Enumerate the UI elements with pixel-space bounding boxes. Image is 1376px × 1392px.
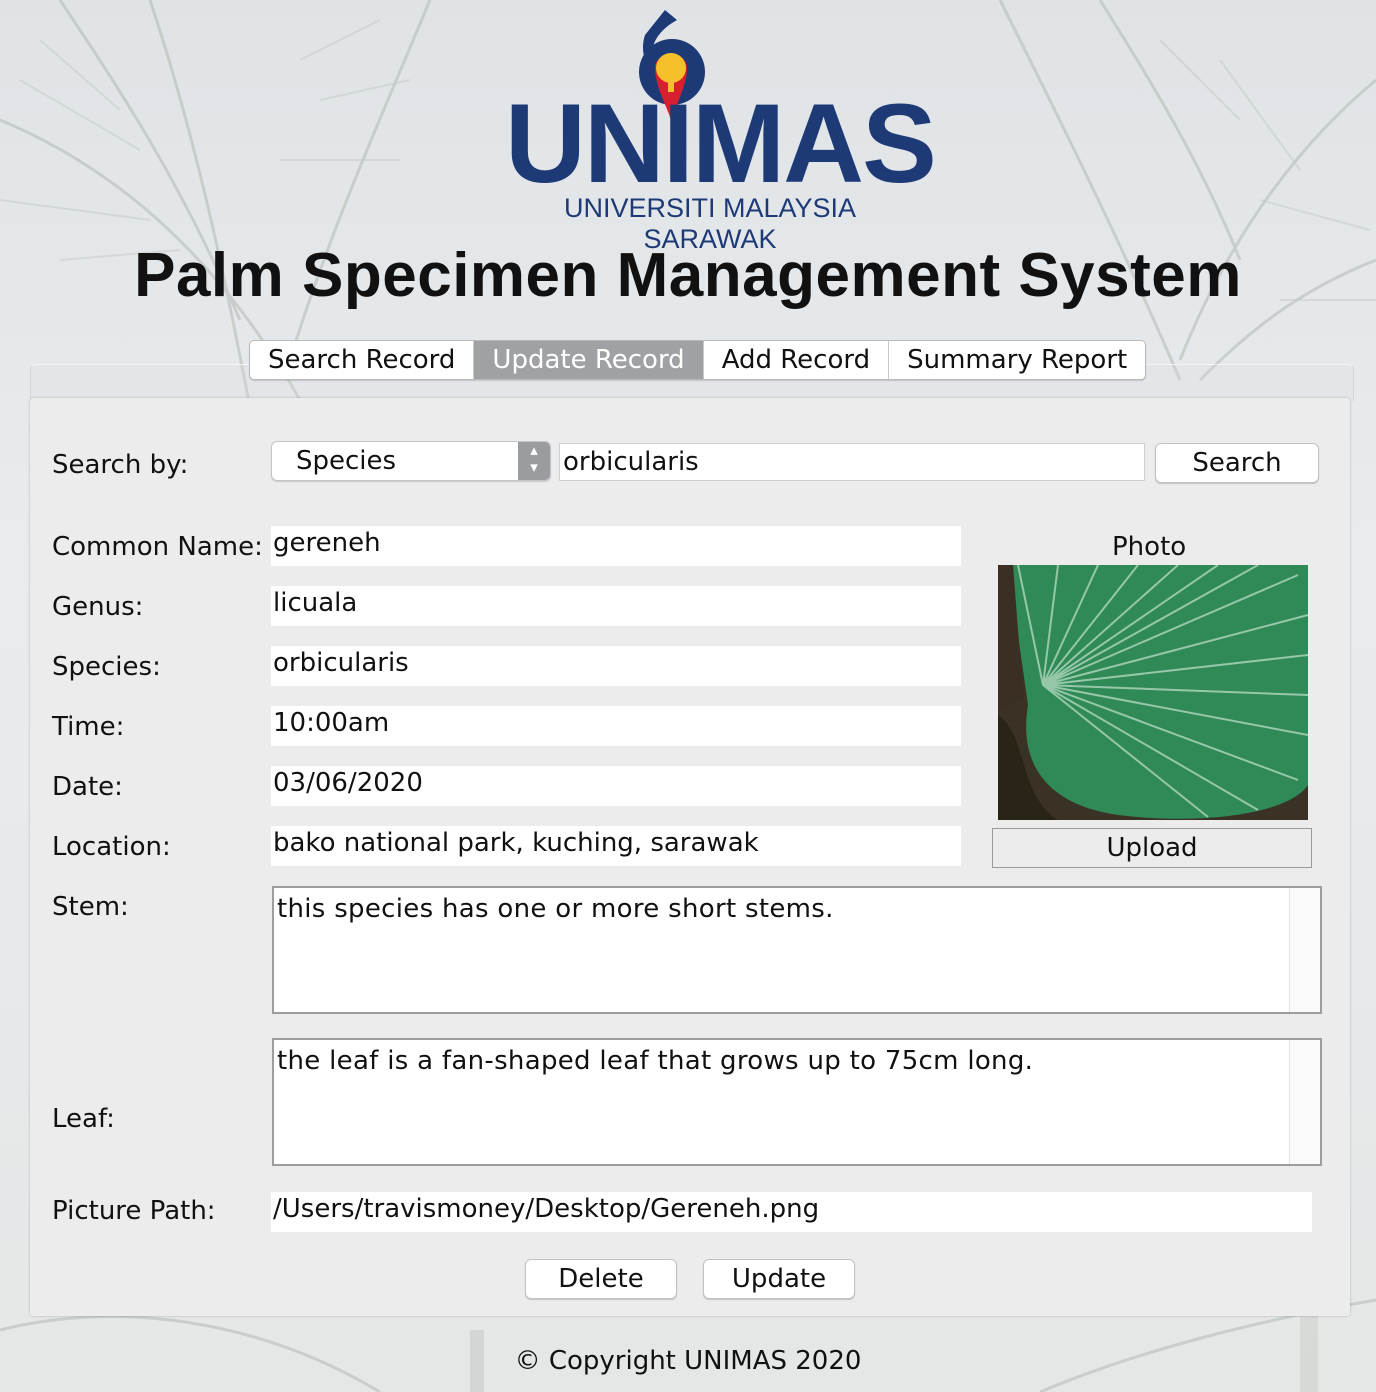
- fan-palm-leaf-image: [998, 565, 1308, 820]
- stem-text: this species has one or more short stems…: [277, 894, 834, 924]
- search-input[interactable]: orbicularis: [559, 443, 1145, 481]
- date-field[interactable]: 03/06/2020: [271, 766, 961, 806]
- upload-button[interactable]: Upload: [992, 828, 1312, 868]
- delete-button[interactable]: Delete: [525, 1259, 677, 1299]
- logo-wordmark: UNIMAS: [505, 81, 937, 206]
- tab-add-record[interactable]: Add Record: [704, 341, 890, 379]
- time-field[interactable]: 10:00am: [271, 706, 961, 746]
- search-criteria-value: Species: [296, 446, 397, 476]
- chevron-up-down-icon: ▴ ▾: [518, 442, 550, 480]
- location-label: Location:: [52, 832, 171, 862]
- tab-update-record[interactable]: Update Record: [474, 341, 704, 379]
- leaf-text: the leaf is a fan-shaped leaf that grows…: [277, 1046, 1034, 1076]
- leaf-scrollbar[interactable]: [1289, 1040, 1320, 1164]
- stem-textarea[interactable]: this species has one or more short stems…: [272, 886, 1322, 1014]
- leaf-label: Leaf:: [52, 1104, 115, 1134]
- leaf-textarea[interactable]: the leaf is a fan-shaped leaf that grows…: [272, 1038, 1322, 1166]
- copyright-text: © Copyright UNIMAS 2020: [514, 1346, 862, 1376]
- update-button[interactable]: Update: [703, 1259, 855, 1299]
- picture-path-field[interactable]: /Users/travismoney/Desktop/Gereneh.png: [271, 1192, 1312, 1232]
- specimen-photo: [998, 565, 1308, 820]
- tab-summary-report[interactable]: Summary Report: [889, 341, 1145, 379]
- species-field[interactable]: orbicularis: [271, 646, 961, 686]
- common-name-field[interactable]: gereneh: [271, 526, 961, 566]
- search-by-label: Search by:: [52, 450, 189, 480]
- search-button[interactable]: Search: [1155, 443, 1319, 483]
- tab-search-record[interactable]: Search Record: [250, 341, 475, 379]
- stem-scrollbar[interactable]: [1289, 888, 1320, 1012]
- search-criteria-select[interactable]: Species ▴ ▾: [271, 441, 551, 481]
- genus-label: Genus:: [52, 592, 144, 622]
- common-name-label: Common Name:: [52, 532, 263, 562]
- location-field[interactable]: bako national park, kuching, sarawak: [271, 826, 961, 866]
- picture-path-label: Picture Path:: [52, 1196, 216, 1226]
- tab-bar: Search Record Update Record Add Record S…: [249, 340, 1147, 380]
- time-label: Time:: [52, 712, 125, 742]
- species-label: Species:: [52, 652, 161, 682]
- date-label: Date:: [52, 772, 123, 802]
- stem-label: Stem:: [52, 892, 129, 922]
- unimas-logo: UNIMAS UNIVERSITI MALAYSIA SARAWAK: [505, 10, 937, 254]
- page-title: Palm Specimen Management System: [134, 241, 1242, 310]
- photo-label: Photo: [1112, 532, 1187, 562]
- genus-field[interactable]: licuala: [271, 586, 961, 626]
